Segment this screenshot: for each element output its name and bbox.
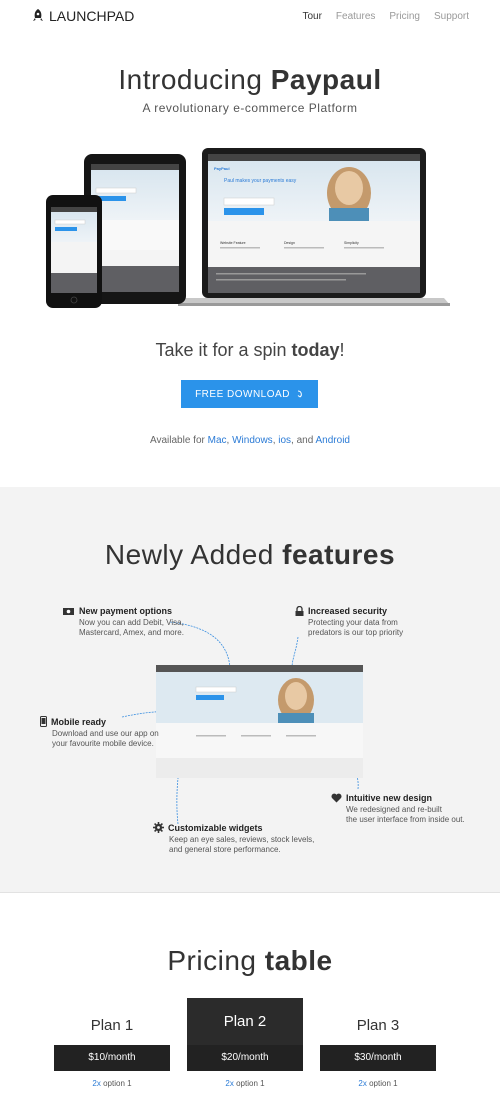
mock-section-3: Simplicity xyxy=(344,241,359,245)
feature-design-desc-1: We redesigned and re-built xyxy=(346,805,442,814)
feature-security-desc-2: predators is our top priority xyxy=(308,628,404,637)
phone-icon xyxy=(40,716,47,727)
plan-2-option-label: option 1 xyxy=(233,1079,265,1088)
feature-payment: New payment options Now you can add Debi… xyxy=(63,606,184,638)
feature-security-title: Increased security xyxy=(308,606,388,616)
platform-link-ios[interactable]: ios xyxy=(278,435,291,446)
feature-mobile: Mobile ready Download and use our app on… xyxy=(40,716,159,749)
cta-heading-bold: today xyxy=(291,340,340,360)
nav-link-tour[interactable]: Tour xyxy=(302,11,321,22)
features-section: Newly Added features New payment options… xyxy=(0,487,500,892)
mock-section-2: Design xyxy=(284,241,295,245)
cta-heading: Take it for a spin today! xyxy=(0,340,500,361)
mock-headline: Paul makes your payments easy xyxy=(224,178,297,184)
money-icon xyxy=(63,607,74,615)
feature-widgets: Customizable widgets Keep an eye sales, … xyxy=(153,822,314,855)
feature-design-desc-2: the user interface from inside out. xyxy=(346,815,465,824)
plan-2-card: Plan 2 $20/month 2x option 1 xyxy=(187,998,303,1088)
brand-name: LAUNCHPAD xyxy=(49,8,135,24)
gear-icon xyxy=(153,822,164,833)
hero-subtitle: A revolutionary e-commerce Platform xyxy=(142,101,358,115)
free-download-button[interactable]: FREE DOWNLOAD xyxy=(181,380,318,408)
nav-link-features[interactable]: Features xyxy=(336,11,375,22)
plan-3-card: Plan 3 $30/month 2x option 1 xyxy=(320,1017,436,1088)
plan-1-option: 2x option 1 xyxy=(54,1079,170,1088)
heart-icon xyxy=(331,793,342,803)
device-mockups-image: PayPaul Paul makes your payments easy We… xyxy=(46,148,450,308)
platform-link-android[interactable]: Android xyxy=(316,435,350,446)
feature-widgets-desc-1: Keep an eye sales, reviews, stock levels… xyxy=(169,835,315,844)
plan-1-card: Plan 1 $10/month 2x option 1 xyxy=(54,1017,170,1088)
pricing-title-bold: table xyxy=(264,945,333,976)
pricing-title-light: Pricing xyxy=(167,945,265,976)
plan-2-option: 2x option 1 xyxy=(187,1079,303,1088)
nav-menu: Tour Features Pricing Support xyxy=(302,11,469,22)
feature-security: Increased security Protecting your data … xyxy=(295,606,403,638)
mock-brand: PayPaul xyxy=(214,166,230,171)
platform-link-mac[interactable]: Mac xyxy=(208,435,227,446)
nav-link-support[interactable]: Support xyxy=(434,11,469,22)
plan-2-name: Plan 2 xyxy=(187,998,303,1045)
cta-heading-end: ! xyxy=(339,340,345,360)
plan-3-option: 2x option 1 xyxy=(320,1079,436,1088)
platform-link-windows[interactable]: Windows xyxy=(232,435,273,446)
download-arrow-icon xyxy=(297,390,302,398)
feature-widgets-title: Customizable widgets xyxy=(168,822,263,833)
plan-1-option-num: 2x xyxy=(92,1079,101,1088)
mock-section-1: Website Feature xyxy=(220,241,246,245)
phone-mockup xyxy=(46,195,102,308)
brand-logo[interactable]: LAUNCHPAD xyxy=(32,8,134,24)
plan-1-price[interactable]: $10/month xyxy=(54,1045,170,1071)
rocket-icon xyxy=(33,9,43,21)
nav-link-pricing[interactable]: Pricing xyxy=(389,11,420,22)
plan-3-price[interactable]: $30/month xyxy=(320,1045,436,1071)
plan-3-option-label: option 1 xyxy=(366,1079,398,1088)
feature-design: Intuitive new design We redesigned and r… xyxy=(331,793,465,825)
feature-payment-title: New payment options xyxy=(79,606,173,616)
pricing-title: Pricing table xyxy=(0,945,500,977)
features-screenshot-image xyxy=(156,665,363,778)
plan-3-option-num: 2x xyxy=(358,1079,367,1088)
feature-payment-desc-1: Now you can add Debit, Visa, xyxy=(79,618,184,627)
plan-3-name: Plan 3 xyxy=(356,1017,400,1034)
plan-1-name: Plan 1 xyxy=(90,1017,134,1034)
available-prefix: Available for xyxy=(150,435,208,446)
platform-sep-3: , and xyxy=(291,435,316,446)
top-nav: LAUNCHPAD Tour Features Pricing Support xyxy=(0,0,500,34)
hero-title: Introducing Paypaul xyxy=(0,64,500,96)
feature-security-desc-1: Protecting your data from xyxy=(308,618,398,627)
feature-mobile-desc-2: your favourite mobile device. xyxy=(52,739,154,748)
laptop-mockup: PayPaul Paul makes your payments easy We… xyxy=(178,148,450,306)
feature-mobile-desc-1: Download and use our app on xyxy=(52,729,159,738)
plan-1-option-label: option 1 xyxy=(100,1079,132,1088)
lock-icon xyxy=(295,606,304,616)
feature-widgets-desc-2: and general store performance. xyxy=(169,845,281,854)
section-divider xyxy=(0,892,500,893)
available-platforms: Available for Mac, Windows, ios, and And… xyxy=(0,435,500,446)
hero-title-light: Introducing xyxy=(118,64,271,95)
free-download-label: FREE DOWNLOAD xyxy=(195,388,290,400)
hero-title-bold: Paypaul xyxy=(270,64,382,95)
feature-payment-desc-2: Mastercard, Amex, and more. xyxy=(79,628,184,637)
feature-design-title: Intuitive new design xyxy=(346,793,433,803)
cta-heading-light: Take it for a spin xyxy=(155,340,292,360)
plan-2-price[interactable]: $20/month xyxy=(187,1045,303,1071)
plan-2-option-num: 2x xyxy=(225,1079,234,1088)
feature-mobile-title: Mobile ready xyxy=(51,716,107,727)
